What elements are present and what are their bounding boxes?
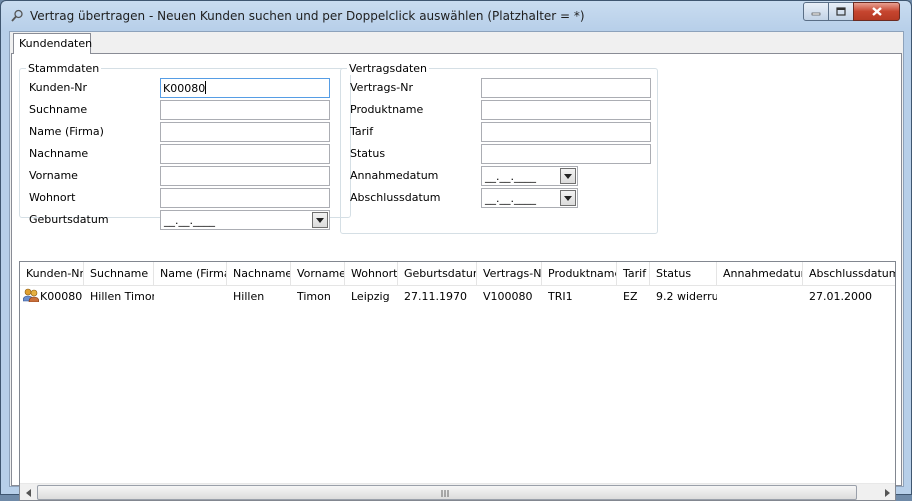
column-header[interactable]: Produktname (542, 262, 617, 286)
suchname-label: Suchname (29, 103, 88, 116)
kunden-nr-input[interactable]: K00080 (160, 78, 330, 98)
annahmedatum-picker[interactable]: __.__.____ (481, 166, 578, 186)
column-header[interactable]: Annahmedatum (717, 262, 803, 286)
close-button[interactable] (853, 2, 900, 21)
column-header[interactable]: Kunden-Nr (20, 262, 84, 286)
minimize-button[interactable] (803, 2, 829, 21)
title-bar[interactable]: Vertrag übertragen - Neuen Kunden suchen… (1, 1, 911, 30)
window-title: Vertrag übertragen - Neuen Kunden suchen… (30, 9, 585, 23)
cell-wohnort: Leipzig (351, 290, 390, 303)
produktname-label: Produktname (350, 103, 424, 116)
scrollbar-thumb[interactable] (37, 485, 857, 500)
column-header[interactable]: Tarif (617, 262, 650, 286)
column-header[interactable]: Wohnort (345, 262, 398, 286)
nachname-input[interactable] (160, 144, 330, 164)
close-icon (871, 6, 883, 17)
chevron-down-icon[interactable] (560, 168, 576, 184)
cell-kunden-nr: K00080 (40, 290, 83, 303)
results-list[interactable]: Kunden-Nr Suchname Name (Firma) Nachname… (19, 261, 896, 501)
column-header[interactable]: Name (Firma) (154, 262, 227, 286)
maximize-button[interactable] (828, 2, 854, 21)
tarif-input[interactable] (481, 122, 651, 142)
cell-suchname: Hillen Timon (90, 290, 154, 303)
name-firma-input[interactable] (160, 122, 330, 142)
grip-icon (441, 490, 449, 497)
tarif-label: Tarif (350, 125, 374, 138)
column-header[interactable]: Vorname (291, 262, 345, 286)
chevron-down-icon[interactable] (312, 212, 328, 228)
abschlussdatum-label: Abschlussdatum (350, 191, 441, 204)
minimize-icon (811, 8, 821, 16)
list-header: Kunden-Nr Suchname Name (Firma) Nachname… (20, 262, 895, 286)
vorname-label: Vorname (29, 169, 78, 182)
nachname-label: Nachname (29, 147, 89, 160)
produktname-input[interactable] (481, 100, 651, 120)
annahmedatum-label: Annahmedatum (350, 169, 439, 182)
tab-page-kundendaten: Stammdaten Kunden-Nr K00080 Suchname Nam… (11, 53, 902, 501)
column-header[interactable]: Vertrags-Nr (477, 262, 542, 286)
horizontal-scrollbar[interactable] (20, 483, 895, 500)
vorname-input[interactable] (160, 166, 330, 186)
column-header[interactable]: Suchname (84, 262, 154, 286)
annahmedatum-value: __.__.____ (485, 170, 536, 183)
text-caret (205, 81, 207, 94)
cell-abschlussdatum: 27.01.2000 (809, 290, 872, 303)
customer-group-icon (22, 288, 40, 303)
column-header[interactable]: Abschlussdatum (803, 262, 895, 286)
cell-tarif: EZ (623, 290, 638, 303)
dialog-window: Vertrag übertragen - Neuen Kunden suchen… (0, 0, 912, 501)
cell-vertrags-nr: V100080 (483, 290, 533, 303)
tab-kundendaten[interactable]: Kundendaten (13, 33, 92, 54)
geburtsdatum-label: Geburtsdatum (29, 213, 109, 226)
kunden-nr-value: K00080 (163, 82, 206, 95)
name-firma-label: Name (Firma) (29, 125, 104, 138)
maximize-icon (836, 7, 846, 16)
geburtsdatum-picker[interactable]: __.__.____ (160, 210, 330, 230)
abschlussdatum-value: __.__.____ (485, 192, 536, 205)
stammdaten-title: Stammdaten (26, 62, 102, 75)
vertragsdaten-title: Vertragsdaten (347, 62, 430, 75)
client-area: Stammdaten Kunden-Nr K00080 Suchname Nam… (9, 31, 904, 501)
column-header[interactable]: Status (650, 262, 717, 286)
table-row[interactable]: K00080 Hillen Timon Hillen Timon Leipzig… (20, 286, 895, 306)
cell-geburtsdatum: 27.11.1970 (404, 290, 467, 303)
cell-vorname: Timon (297, 290, 331, 303)
vertrags-nr-label: Vertrags-Nr (350, 81, 413, 94)
arrow-right-icon[interactable] (879, 484, 895, 500)
cell-nachname: Hillen (233, 290, 265, 303)
abschlussdatum-picker[interactable]: __.__.____ (481, 188, 578, 208)
chevron-down-icon[interactable] (560, 190, 576, 206)
column-header[interactable]: Nachname (227, 262, 291, 286)
vertrags-nr-input[interactable] (481, 78, 651, 98)
search-icon (10, 9, 24, 23)
cell-produktname: TRI1 (548, 290, 573, 303)
status-label: Status (350, 147, 386, 160)
suchname-input[interactable] (160, 100, 330, 120)
arrow-left-icon[interactable] (20, 484, 37, 500)
wohnort-label: Wohnort (29, 191, 76, 204)
cell-status: 9.2 widerruf (656, 290, 717, 303)
kunden-nr-label: Kunden-Nr (29, 81, 88, 94)
column-header[interactable]: Geburtsdatum (398, 262, 477, 286)
geburtsdatum-value: __.__.____ (164, 214, 215, 227)
wohnort-input[interactable] (160, 188, 330, 208)
status-input[interactable] (481, 144, 651, 164)
